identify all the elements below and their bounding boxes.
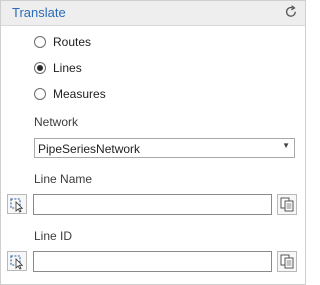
radio-measures-label: Measures <box>53 87 106 101</box>
translate-panel: Translate Routes Lines Measures Network … <box>0 0 306 285</box>
panel-header: Translate <box>1 1 305 26</box>
line-name-input[interactable] <box>33 194 272 215</box>
line-name-copy-button[interactable] <box>277 194 297 215</box>
network-label: Network <box>34 115 79 129</box>
radio-option-measures[interactable]: Measures <box>34 86 106 102</box>
network-dropdown-value: PipeSeriesNetwork <box>38 142 141 156</box>
dropdown-caret-icon: ▼ <box>282 141 290 150</box>
line-id-input[interactable] <box>33 251 272 272</box>
radio-option-routes[interactable]: Routes <box>34 34 91 50</box>
select-features-icon <box>8 252 26 270</box>
radio-lines[interactable] <box>34 62 46 74</box>
network-dropdown[interactable]: PipeSeriesNetwork ▼ <box>34 138 295 158</box>
radio-lines-label: Lines <box>53 61 82 75</box>
copy-icon <box>278 252 296 271</box>
panel-title: Translate <box>12 5 66 20</box>
copy-icon <box>278 195 296 214</box>
line-name-label: Line Name <box>34 172 93 186</box>
radio-routes-label: Routes <box>53 35 92 49</box>
refresh-icon[interactable] <box>284 5 298 19</box>
line-id-label: Line ID <box>34 229 73 243</box>
line-id-copy-button[interactable] <box>277 251 297 272</box>
line-name-select-features-button[interactable] <box>7 194 27 214</box>
radio-routes[interactable] <box>34 36 46 48</box>
radio-measures[interactable] <box>34 88 46 100</box>
line-id-select-features-button[interactable] <box>7 251 27 271</box>
radio-option-lines[interactable]: Lines <box>34 60 82 76</box>
select-features-icon <box>8 195 26 213</box>
